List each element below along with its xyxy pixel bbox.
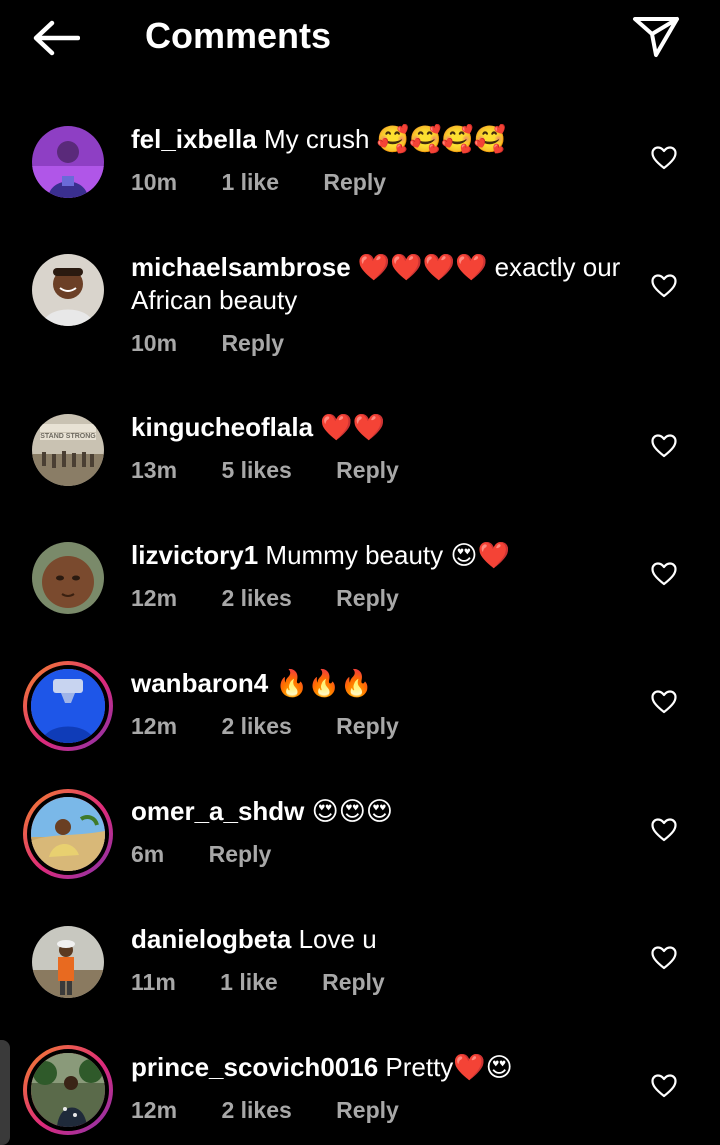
comment-time: 12m	[131, 1097, 178, 1123]
like-button[interactable]	[648, 430, 680, 462]
comment-time: 13m	[131, 457, 178, 483]
comment-time: 10m	[131, 169, 178, 195]
comment-username[interactable]: prince_scovich0016	[131, 1052, 378, 1082]
comment-time: 10m	[131, 330, 178, 356]
edge-scroll-handle[interactable]	[0, 1040, 10, 1145]
heart-outline-icon	[651, 434, 677, 458]
top-bar: Comments	[0, 0, 720, 80]
comment-username[interactable]: lizvictory1	[131, 540, 258, 570]
comment-username[interactable]: kingucheoflala	[131, 412, 313, 442]
comment-meta: 12m 2 likes Reply	[131, 1095, 399, 1125]
heart-outline-icon	[651, 946, 677, 970]
comment-likes[interactable]: 2 likes	[221, 711, 291, 741]
heart-outline-icon	[651, 1074, 677, 1098]
comment-text: omer_a_shdw 😍😍😍	[131, 795, 631, 828]
comment-body: Love u	[298, 924, 377, 954]
comment-body: Mummy beauty 😍❤️	[265, 540, 510, 570]
reply-button[interactable]: Reply	[336, 1095, 399, 1125]
like-button[interactable]	[648, 558, 680, 590]
avatar[interactable]	[23, 1045, 113, 1135]
like-button[interactable]	[648, 942, 680, 974]
like-button[interactable]	[648, 1070, 680, 1102]
comment-meta: 12m 2 likes Reply	[131, 583, 399, 613]
comment-time: 6m	[131, 841, 165, 867]
comment-time: 11m	[131, 969, 176, 995]
comment-text: lizvictory1 Mummy beauty 😍❤️	[131, 539, 631, 572]
heart-outline-icon	[651, 818, 677, 842]
reply-button[interactable]: Reply	[322, 967, 385, 997]
avatar-image	[27, 793, 109, 875]
reply-button[interactable]: Reply	[209, 839, 272, 869]
comment-body: 😍😍😍	[311, 796, 393, 826]
comment-text: wanbaron4 🔥🔥🔥	[131, 667, 631, 700]
share-button[interactable]	[628, 10, 684, 62]
comment-text: kingucheoflala ❤️❤️	[131, 411, 631, 444]
comment-meta: 12m 2 likes Reply	[131, 711, 399, 741]
comment-time: 12m	[131, 713, 178, 739]
comment-text: michaelsambrose ❤️❤️❤️❤️ exactly our Afr…	[131, 251, 631, 317]
arrow-left-icon	[33, 20, 80, 56]
avatar-image	[32, 926, 104, 998]
heart-outline-icon	[651, 274, 677, 298]
avatar-image	[32, 542, 104, 614]
comment-text: danielogbeta Love u	[131, 923, 631, 956]
avatar-image	[32, 254, 104, 326]
comment-likes[interactable]: 2 likes	[221, 1095, 291, 1125]
comment-likes[interactable]: 2 likes	[221, 583, 291, 613]
avatar[interactable]	[23, 661, 113, 751]
avatar-text: STAND STRONG	[40, 433, 96, 440]
comment-meta: 10m 1 like Reply	[131, 167, 386, 197]
reply-button[interactable]: Reply	[336, 455, 399, 485]
back-button[interactable]	[30, 16, 82, 60]
comment-text: prince_scovich0016 Pretty❤️😍	[131, 1051, 631, 1084]
page-title: Comments	[145, 15, 332, 56]
comment-body: Pretty❤️😍	[385, 1052, 513, 1082]
comment-username[interactable]: wanbaron4	[131, 668, 268, 698]
heart-outline-icon	[651, 690, 677, 714]
comment-meta: 13m 5 likes Reply	[131, 455, 399, 485]
comment-likes[interactable]: 5 likes	[221, 455, 291, 485]
avatar-image: STAND STRONG	[32, 414, 104, 486]
comment-text: fel_ixbella My crush 🥰🥰🥰🥰	[131, 123, 631, 156]
like-button[interactable]	[648, 142, 680, 174]
comment-meta: 11m 1 like Reply	[131, 967, 385, 997]
comment-meta: 10m Reply	[131, 328, 284, 358]
avatar[interactable]	[32, 126, 104, 198]
comment-meta: 6m Reply	[131, 839, 271, 869]
avatar[interactable]	[23, 789, 113, 879]
reply-button[interactable]: Reply	[336, 711, 399, 741]
heart-outline-icon	[651, 146, 677, 170]
avatar-image	[27, 665, 109, 747]
avatar[interactable]	[32, 542, 104, 614]
comment-username[interactable]: danielogbeta	[131, 924, 291, 954]
comment-body: My crush 🥰🥰🥰🥰	[263, 124, 507, 154]
comment-body: 🔥🔥🔥	[275, 668, 373, 698]
avatar[interactable]: STAND STRONG	[32, 414, 104, 486]
reply-button[interactable]: Reply	[323, 167, 386, 197]
like-button[interactable]	[648, 686, 680, 718]
comment-time: 12m	[131, 585, 178, 611]
comment-username[interactable]: omer_a_shdw	[131, 796, 304, 826]
reply-button[interactable]: Reply	[221, 328, 284, 358]
heart-outline-icon	[651, 562, 677, 586]
comment-username[interactable]: michaelsambrose	[131, 252, 351, 282]
comment-likes[interactable]: 1 like	[220, 967, 278, 997]
like-button[interactable]	[648, 270, 680, 302]
paper-plane-icon	[633, 17, 679, 57]
avatar-image	[27, 1049, 109, 1131]
avatar[interactable]	[32, 254, 104, 326]
comment-username[interactable]: fel_ixbella	[131, 124, 257, 154]
like-button[interactable]	[648, 814, 680, 846]
avatar[interactable]	[32, 926, 104, 998]
reply-button[interactable]: Reply	[336, 583, 399, 613]
avatar-image	[32, 126, 104, 198]
comment-body: ❤️❤️	[320, 412, 386, 442]
comment-likes[interactable]: 1 like	[221, 167, 279, 197]
